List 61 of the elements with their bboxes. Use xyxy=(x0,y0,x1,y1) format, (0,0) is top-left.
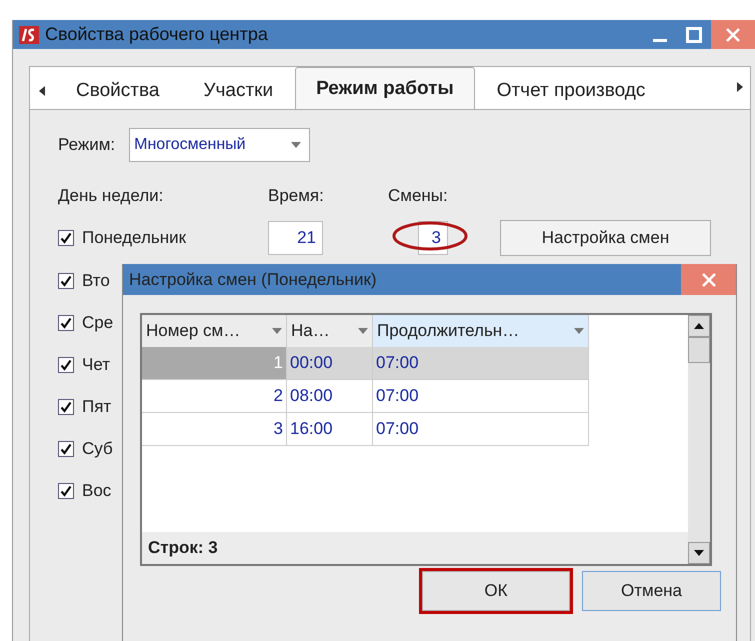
table-cell: 08:00 xyxy=(287,380,373,413)
table-cell: 1 xyxy=(142,347,287,380)
table-cell: 3 xyxy=(142,413,287,446)
table-cell: 2 xyxy=(142,380,287,413)
day-label: Понедельник xyxy=(82,228,186,248)
tab[interactable]: Свойства xyxy=(54,73,182,109)
checkbox[interactable] xyxy=(58,399,74,415)
day-label: Вос xyxy=(82,481,112,501)
checkbox[interactable] xyxy=(58,441,74,457)
checkbox[interactable] xyxy=(58,230,74,246)
day-label: Вто xyxy=(82,271,110,291)
column-label: День недели: xyxy=(58,186,164,207)
maximize-icon xyxy=(686,26,702,42)
ok-button[interactable]: ОК xyxy=(422,571,570,611)
caret-icon xyxy=(574,328,584,334)
day-label: Пят xyxy=(82,397,112,417)
shift-settings-button[interactable]: Настройка смен xyxy=(500,220,711,256)
dialog-title: Настройка смен (Понедельник) xyxy=(129,270,378,290)
close-icon xyxy=(700,272,716,288)
column-header[interactable]: Продолжительн… xyxy=(373,315,589,347)
close-button[interactable] xyxy=(711,20,755,49)
scroll-left-icon[interactable] xyxy=(38,85,46,97)
caret-icon xyxy=(272,328,282,334)
table-row[interactable]: 2 08:00 07:00 xyxy=(142,380,688,413)
close-button[interactable] xyxy=(681,264,736,295)
table-cell: 07:00 xyxy=(373,413,589,446)
tab[interactable]: Отчет производс xyxy=(474,73,668,109)
caret-icon xyxy=(358,328,368,334)
day-label: Суб xyxy=(82,439,113,459)
mode-label: Режим: xyxy=(58,135,116,155)
row-count: Строк: 3 xyxy=(142,532,688,564)
table-cell: 00:00 xyxy=(287,347,373,380)
logo-icon xyxy=(19,26,39,44)
table-cell: 07:00 xyxy=(373,380,589,413)
caret-icon xyxy=(291,142,302,148)
column-label: Время: xyxy=(268,186,325,207)
close-icon xyxy=(725,26,741,42)
cancel-button[interactable]: Отмена xyxy=(582,571,721,611)
column-header[interactable]: Номер см… xyxy=(142,315,287,347)
table-row[interactable]: 3 16:00 07:00 xyxy=(142,413,688,446)
table-cell: 16:00 xyxy=(287,413,373,446)
day-label: Чет xyxy=(82,355,110,375)
tab[interactable]: Участки xyxy=(181,73,296,109)
table-cell: 07:00 xyxy=(373,347,589,380)
checkbox[interactable] xyxy=(58,357,74,373)
column-header[interactable]: На… xyxy=(287,315,373,347)
tab[interactable]: Режим работы xyxy=(295,67,475,109)
table-row[interactable]: 1 00:00 07:00 xyxy=(142,347,688,380)
checkbox[interactable] xyxy=(58,273,74,289)
scrollbar[interactable] xyxy=(688,315,710,564)
minimize-icon xyxy=(653,38,667,42)
column-label: Смены: xyxy=(388,186,449,207)
time-field[interactable]: 21 xyxy=(268,221,323,255)
window-title: Свойства рабочего центра xyxy=(45,24,269,45)
mode-dropdown[interactable]: Многосменный xyxy=(129,128,310,162)
scrollbar-thumb[interactable] xyxy=(688,337,710,363)
checkbox[interactable] xyxy=(58,483,74,499)
scroll-down-icon[interactable] xyxy=(694,550,704,556)
day-label: Сре xyxy=(82,313,114,333)
checkbox[interactable] xyxy=(58,315,74,331)
scroll-up-icon[interactable] xyxy=(694,323,704,329)
